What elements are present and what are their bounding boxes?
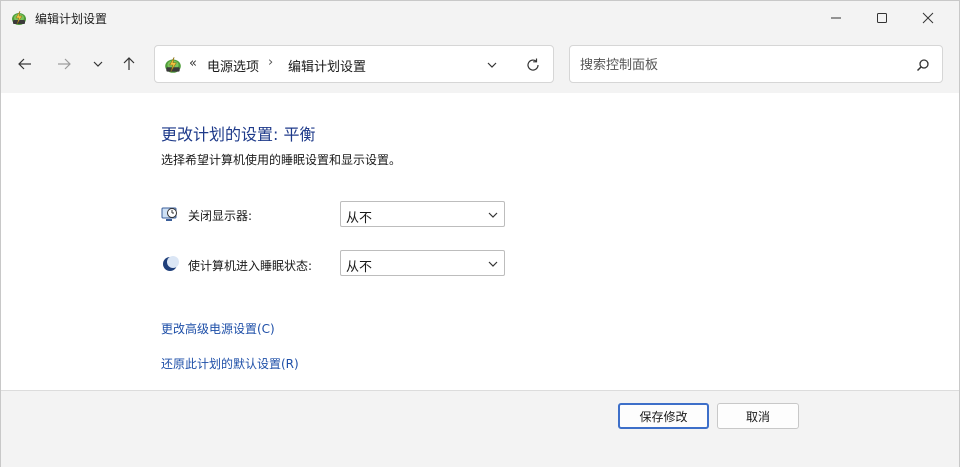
up-button[interactable] — [118, 53, 140, 75]
display-timer-icon — [161, 207, 177, 221]
chevron-down-icon — [488, 261, 498, 267]
arrow-right-icon — [58, 58, 71, 70]
minimize-icon — [831, 17, 841, 19]
power-options-icon — [165, 57, 181, 73]
save-changes-button[interactable]: 保存修改 — [618, 403, 709, 429]
search-button[interactable] — [914, 56, 932, 74]
search-input[interactable] — [580, 55, 900, 75]
breadcrumb-power-options[interactable]: 电源选项 — [207, 56, 259, 75]
power-options-icon — [12, 10, 26, 25]
advanced-power-settings-link[interactable]: 更改高级电源设置(C) — [161, 320, 275, 337]
title-bar: 编辑计划设置 — [1, 1, 959, 35]
maximize-button[interactable] — [859, 1, 905, 35]
arrow-up-icon — [123, 57, 135, 70]
chevron-down-icon — [488, 212, 498, 218]
cancel-button[interactable]: 取消 — [717, 403, 799, 429]
turn-off-display-value: 从不 — [346, 211, 373, 226]
content-area: 更改计划的设置: 平衡 选择希望计算机使用的睡眠设置和显示设置。 关闭显示器: … — [1, 93, 959, 391]
refresh-button[interactable] — [523, 55, 543, 75]
chevron-down-icon — [93, 61, 103, 67]
address-history-dropdown[interactable] — [483, 56, 501, 74]
turn-off-display-label: 关闭显示器: — [188, 209, 253, 223]
breadcrumb-edit-plan-settings[interactable]: 编辑计划设置 — [288, 56, 366, 75]
turn-off-display-select[interactable]: 从不 — [340, 201, 505, 227]
sleep-value: 从不 — [346, 260, 373, 275]
sleep-select[interactable]: 从不 — [340, 250, 505, 276]
edit-plan-settings-window: 编辑计划设置 « 电源选项 › 编辑计划设置 搜索控制面板 更改计划的设置: 平… — [0, 0, 960, 467]
maximize-icon — [877, 13, 887, 23]
back-button[interactable] — [14, 53, 36, 75]
forward-button[interactable] — [53, 53, 75, 75]
page-title: 更改计划的设置: 平衡 — [161, 125, 316, 144]
window-title: 编辑计划设置 — [35, 12, 108, 26]
minimize-button[interactable] — [813, 1, 859, 35]
footer-bar: 保存修改 取消 — [1, 390, 959, 467]
navigation-bar: « 电源选项 › 编辑计划设置 — [1, 35, 959, 93]
chevron-down-icon — [487, 62, 497, 68]
search-icon — [916, 59, 929, 72]
breadcrumb-separator[interactable]: › — [268, 55, 273, 70]
arrow-left-icon — [18, 58, 31, 70]
page-subtitle: 选择希望计算机使用的睡眠设置和显示设置。 — [161, 153, 402, 167]
restore-default-settings-link[interactable]: 还原此计划的默认设置(R) — [161, 355, 299, 372]
recent-locations-button[interactable] — [87, 53, 109, 75]
sleep-label: 使计算机进入睡眠状态: — [188, 259, 313, 273]
close-button[interactable] — [905, 1, 951, 35]
breadcrumb-overflow[interactable]: « — [189, 56, 197, 71]
refresh-icon — [527, 58, 539, 71]
moon-sleep-icon — [163, 256, 179, 271]
close-icon — [922, 12, 934, 24]
address-bar[interactable]: « 电源选项 › 编辑计划设置 — [154, 45, 554, 83]
search-box[interactable] — [569, 45, 943, 83]
